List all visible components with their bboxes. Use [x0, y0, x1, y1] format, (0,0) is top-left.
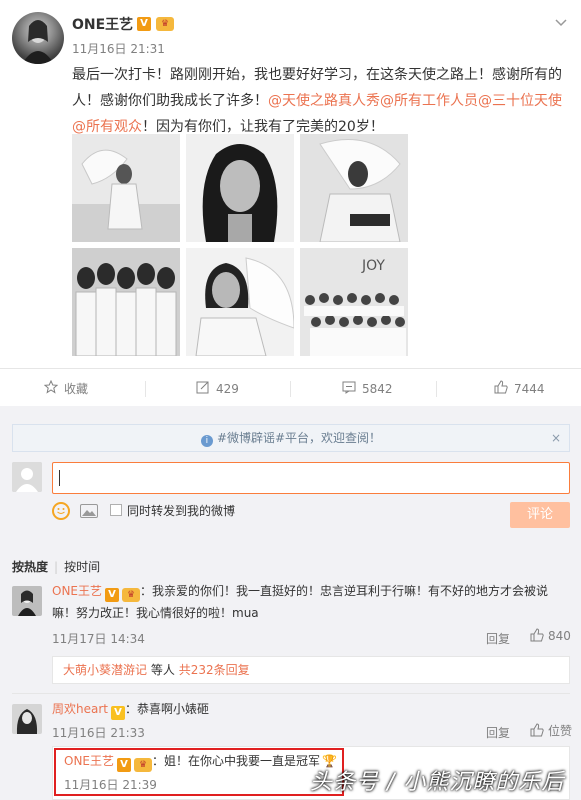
wings-portrait-photo[interactable]	[186, 248, 294, 356]
comment-time: 11月17日 14:34	[52, 632, 145, 646]
post-action-bar: 收藏 429 5842 7444	[0, 368, 581, 408]
comment-time: 11月16日 21:33	[52, 726, 145, 740]
avatar-image	[22, 20, 54, 64]
star-icon	[43, 370, 59, 410]
comment-body: ONE王艺 V ♛ ：我亲爱的你们！我一直挺好的！忠言逆耳利于行嘛！有不好的地方才会被…	[52, 580, 562, 624]
more-replies-bar[interactable]: 大萌小葵潜游记 等人 共232条回复	[52, 656, 570, 684]
repost-count: 429	[216, 382, 239, 396]
mention-link[interactable]: @所有工作人员	[380, 93, 478, 109]
favorite-label: 收藏	[64, 382, 89, 396]
comments-section: i #微博辟谣#平台，欢迎查阅！ × 同时转发到我的微博 评论 按热度 | 按时间 O…	[0, 406, 581, 800]
tab-time[interactable]: 按时间	[64, 560, 100, 574]
beach-wings-photo[interactable]	[72, 134, 180, 242]
mention-link[interactable]: @所有观众	[72, 119, 142, 135]
post-text: 最后一次打卡！路刚刚开始，我也要好好学习，在这条天使之路上！感谢所有的人！感谢你…	[72, 62, 572, 140]
repost-checkbox[interactable]	[110, 504, 122, 516]
comment-avatar[interactable]	[12, 704, 42, 734]
group-stage-photo[interactable]: JOY	[300, 248, 408, 356]
rumor-notice-bar[interactable]: i #微博辟谣#平台，欢迎查阅！ ×	[12, 424, 570, 452]
weibo-post-card: ONE王艺 V ♛ 11月16日 21:31 最后一次打卡！路刚刚开始，我也要好…	[0, 0, 581, 408]
verified-badge-icon: V	[110, 706, 125, 720]
comment-body: 周欢heart V ：恭喜啊小婊砸	[52, 698, 209, 720]
replies-mid-text: 等人	[150, 663, 175, 677]
comment-like-count: 位赞	[548, 724, 573, 738]
author-name[interactable]: ONE王艺	[72, 14, 133, 34]
tab-separator: |	[54, 560, 59, 574]
repost-button[interactable]: 429	[196, 369, 239, 409]
repost-icon	[196, 370, 210, 410]
mention-link[interactable]: @天使之路真人秀	[268, 93, 380, 109]
reply-button[interactable]: 回复	[486, 630, 510, 647]
current-user-avatar	[12, 462, 42, 492]
joy-sign-text: JOY	[361, 258, 385, 274]
verified-badge-icon: V	[137, 17, 151, 31]
chevron-down-icon[interactable]	[555, 16, 567, 30]
thumbs-up-icon	[530, 723, 544, 740]
watermark-text: 头条号 / 小熊沉瞭的乐后	[310, 770, 565, 795]
group-five-girls-photo[interactable]	[72, 248, 180, 356]
comment-count: 5842	[362, 382, 393, 396]
image-icon[interactable]	[80, 504, 98, 518]
thumbs-up-icon	[494, 370, 508, 410]
angel-wings-pose-photo[interactable]	[300, 134, 408, 242]
comment-text: ：恭喜啊小婊砸	[124, 702, 209, 716]
submit-comment-button[interactable]: 评论	[510, 502, 570, 528]
sort-tabs: 按热度 | 按时间	[12, 558, 100, 575]
crown-badge-icon: ♛	[122, 588, 141, 602]
comment-icon	[342, 370, 356, 410]
comment-like-button[interactable]: 位赞	[530, 722, 572, 740]
comment-input[interactable]	[52, 462, 570, 494]
verified-badge-icon: V	[105, 588, 120, 602]
author-avatar[interactable]	[12, 12, 64, 64]
comment-like-button[interactable]: 840	[530, 628, 571, 645]
mention-link[interactable]: @三十位天使	[478, 93, 562, 109]
close-icon[interactable]: ×	[551, 425, 561, 451]
comment-author[interactable]: ONE王艺	[52, 584, 102, 598]
comment-divider	[12, 693, 570, 694]
action-divider	[290, 381, 291, 397]
post-time[interactable]: 11月16日 21:31	[72, 40, 165, 57]
repost-checkbox-label[interactable]: 同时转发到我的微博	[127, 502, 235, 519]
reply-button[interactable]: 回复	[486, 724, 510, 741]
info-icon: i	[200, 435, 213, 447]
favorite-button[interactable]: 收藏	[43, 369, 89, 410]
thumbs-up-icon	[530, 628, 544, 645]
reply-user-link[interactable]: 大萌小葵潜游记	[63, 663, 147, 677]
portrait-curly-hair-photo[interactable]	[186, 134, 294, 242]
comment-like-count: 840	[548, 629, 571, 643]
action-divider	[436, 381, 437, 397]
rumor-notice-text: #微博辟谣#平台，欢迎查阅！	[216, 431, 382, 445]
comment-button[interactable]: 5842	[342, 369, 393, 409]
replies-count-link[interactable]: 共232条回复	[179, 663, 250, 677]
post-text-part-2: ！因为有你们，让我有了完美的20岁！	[142, 119, 384, 135]
tab-hot[interactable]: 按热度	[12, 560, 48, 574]
highlight-box	[54, 748, 344, 796]
like-count: 7444	[514, 382, 545, 396]
text-cursor	[59, 470, 60, 486]
crown-badge-icon: ♛	[156, 17, 174, 31]
comment-avatar[interactable]	[12, 586, 42, 616]
comment-author[interactable]: 周欢heart	[52, 702, 108, 716]
like-button[interactable]: 7444	[494, 369, 545, 409]
emoji-icon[interactable]	[52, 502, 70, 520]
action-divider	[145, 381, 146, 397]
